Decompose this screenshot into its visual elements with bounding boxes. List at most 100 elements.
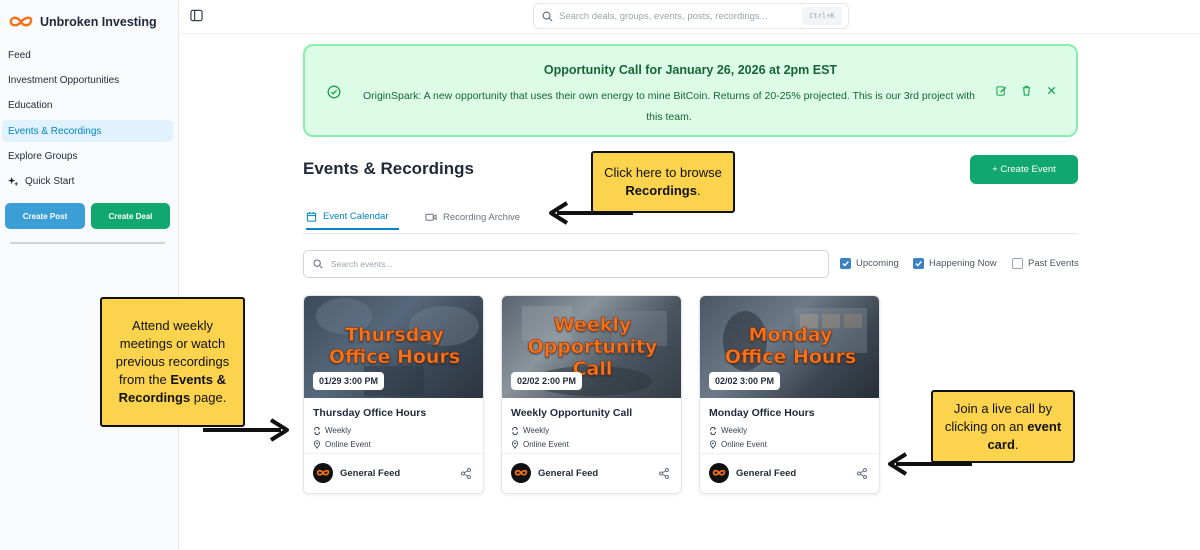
card-divider [700, 453, 879, 454]
event-card[interactable]: Weekly Opportunity Call 02/02 2:00 PM We… [501, 295, 682, 494]
checkbox-unchecked-icon[interactable] [1012, 258, 1023, 269]
image-line: Thursday [345, 324, 444, 347]
arrow-left-icon [549, 201, 633, 225]
sidebar-item-label: Education [8, 100, 53, 112]
event-recurrence: Weekly [313, 426, 351, 435]
sidebar-item-quick-start[interactable]: Quick Start [2, 171, 173, 193]
event-image: Thursday Office Hours 01/29 3:00 PM [304, 296, 483, 398]
map-pin-icon [313, 440, 321, 449]
search-icon [313, 259, 323, 269]
recurrence-label: Weekly [325, 426, 352, 435]
event-title: Thursday Office Hours [313, 407, 427, 419]
sidebar-item-investment-opportunities[interactable]: Investment Opportunities [2, 69, 173, 91]
banner-body: OriginSpark: A new opportunity that uses… [362, 90, 976, 123]
sidebar-item-label: Events & Recordings [8, 125, 102, 137]
event-location: Online Event [313, 440, 371, 449]
image-line: Weekly [553, 314, 632, 337]
page-title: Events & Recordings [303, 159, 474, 178]
location-label: Online Event [523, 440, 569, 449]
sidebar-item-label: Explore Groups [8, 151, 78, 163]
tab-event-calendar[interactable]: Event Calendar [306, 204, 399, 230]
create-post-button[interactable]: Create Post [5, 203, 85, 229]
group-name: General Feed [736, 467, 797, 479]
brand[interactable]: Unbroken Investing [8, 12, 157, 32]
announcement-banner: Opportunity Call for January 26, 2026 at… [303, 44, 1078, 137]
event-search-input[interactable]: Search events... [303, 250, 829, 278]
banner-title: Opportunity Call for January 26, 2026 at… [543, 63, 838, 77]
callout-attend: Attend weekly meetings or watch previous… [100, 297, 245, 427]
image-line: Monday [748, 324, 833, 347]
arrow-left-icon [888, 452, 972, 476]
shortcut-hint: Ctrl+K [802, 7, 842, 25]
topbar-divider [179, 33, 1200, 34]
close-icon[interactable] [1046, 85, 1057, 96]
date-badge: 02/02 3:00 PM [709, 372, 781, 390]
checkbox-checked-icon[interactable] [913, 258, 924, 269]
sidebar-item-label: Investment Opportunities [8, 74, 120, 86]
event-card[interactable]: Monday Office Hours 02/02 3:00 PM Monday… [699, 295, 880, 494]
sidebar-item-explore-groups[interactable]: Explore Groups [2, 146, 173, 168]
tab-label: Recording Archive [443, 211, 521, 223]
sidebar-item-label: Feed [8, 49, 31, 61]
sidebar-actions: Create Post Create Deal [5, 203, 170, 229]
edit-icon[interactable] [996, 85, 1007, 96]
filter-label: Happening Now [929, 258, 997, 269]
recurrence-label: Weekly [721, 426, 748, 435]
checkbox-checked-icon[interactable] [840, 258, 851, 269]
sparkles-icon [8, 177, 19, 187]
card-divider [304, 453, 483, 454]
event-group[interactable]: General Feed [511, 463, 598, 483]
callout-text: page. [190, 390, 227, 405]
calendar-icon [306, 211, 317, 222]
share-icon[interactable] [461, 468, 471, 479]
event-group[interactable]: General Feed [709, 463, 796, 483]
event-location: Online Event [709, 440, 767, 449]
share-icon[interactable] [857, 468, 867, 479]
event-card[interactable]: Thursday Office Hours 01/29 3:00 PM Thur… [303, 295, 484, 494]
search-icon [542, 11, 553, 22]
card-divider [502, 453, 681, 454]
recurrence-label: Weekly [523, 426, 550, 435]
tabs-divider [303, 233, 1078, 234]
tab-recording-archive[interactable]: Recording Archive [425, 204, 520, 230]
location-label: Online Event [325, 440, 371, 449]
map-pin-icon [511, 440, 519, 449]
sidebar-item-events-recordings[interactable]: Events & Recordings [2, 120, 173, 143]
create-deal-button[interactable]: Create Deal [91, 203, 170, 229]
date-badge: 02/02 2:00 PM [511, 372, 583, 390]
filter-label: Past Events [1028, 258, 1079, 269]
filter-past-events[interactable]: Past Events [1012, 258, 1079, 269]
event-image: Monday Office Hours 02/02 3:00 PM [700, 296, 879, 398]
infinity-logo-icon [9, 16, 33, 27]
share-icon[interactable] [659, 468, 669, 479]
global-search-input[interactable]: Search deals, groups, events, posts, rec… [533, 3, 849, 29]
map-pin-icon [709, 440, 717, 449]
group-avatar [709, 463, 729, 483]
group-name: General Feed [340, 467, 401, 479]
repeat-icon [512, 426, 518, 435]
sidebar: Unbroken Investing Feed Investment Oppor… [0, 0, 179, 550]
sidebar-item-label: Quick Start [25, 176, 75, 188]
sidebar-toggle-icon[interactable] [190, 9, 203, 22]
repeat-icon [710, 426, 716, 435]
filter-happening-now[interactable]: Happening Now [913, 258, 997, 269]
filter-label: Upcoming [856, 258, 899, 269]
brand-name: Unbroken Investing [40, 15, 157, 29]
search-placeholder: Search deals, groups, events, posts, rec… [559, 10, 768, 22]
event-title: Weekly Opportunity Call [511, 407, 633, 419]
event-image: Weekly Opportunity Call 02/02 2:00 PM [502, 296, 681, 398]
sidebar-nav: Feed Investment Opportunities Education … [0, 44, 179, 196]
repeat-icon [314, 426, 320, 435]
create-event-button[interactable]: + Create Event [970, 155, 1078, 184]
filter-upcoming[interactable]: Upcoming [840, 258, 899, 269]
sidebar-divider [10, 242, 165, 244]
arrow-right-icon [203, 418, 289, 442]
group-avatar [511, 463, 531, 483]
image-line: Office Hours [724, 346, 857, 369]
event-location: Online Event [511, 440, 569, 449]
sidebar-item-education[interactable]: Education [2, 95, 173, 117]
event-group[interactable]: General Feed [313, 463, 400, 483]
check-circle-icon [327, 85, 341, 99]
sidebar-item-feed[interactable]: Feed [2, 44, 173, 66]
trash-icon[interactable] [1021, 85, 1032, 96]
